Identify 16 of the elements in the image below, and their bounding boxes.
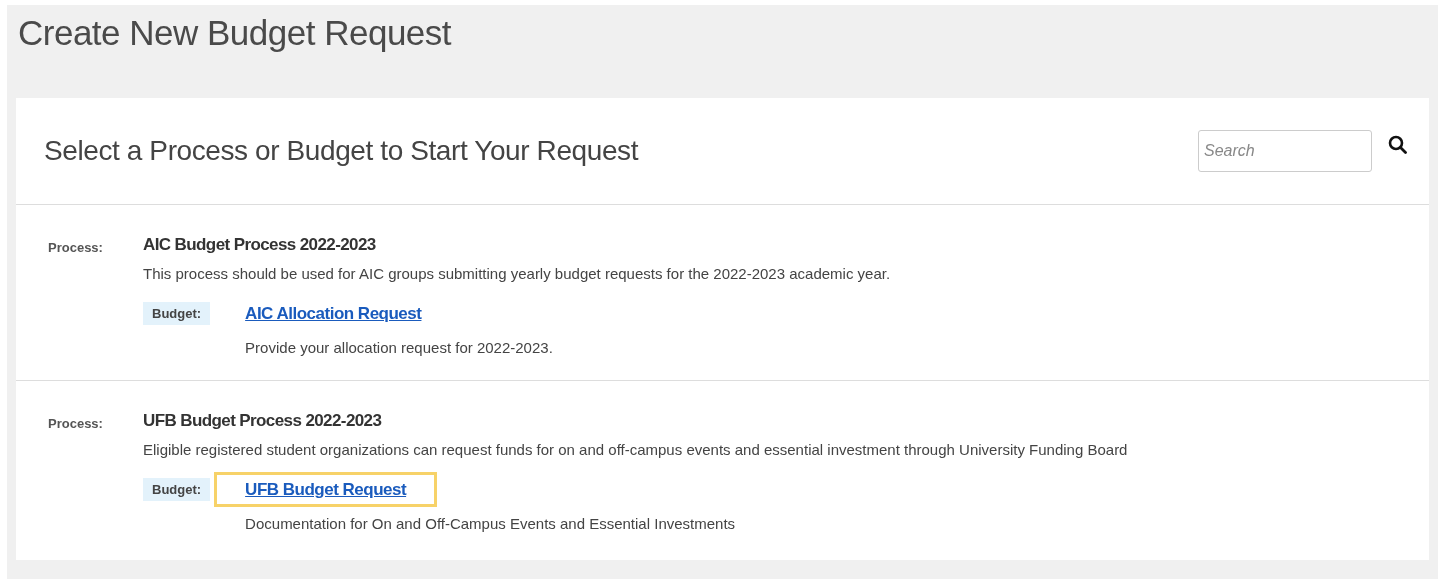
process-label: Process: bbox=[48, 415, 104, 433]
budget-link[interactable]: AIC Allocation Request bbox=[245, 304, 422, 323]
budget-description: Provide your allocation request for 2022-2023. bbox=[244, 339, 554, 356]
search-field[interactable]: Search bbox=[1198, 130, 1372, 172]
budget-description: Documentation for On and Off-Campus Events and Essential Investments bbox=[244, 515, 737, 532]
card-heading: Select a Process or Budget to Start Your Request bbox=[44, 135, 640, 167]
process-label: Process: bbox=[48, 239, 104, 257]
process-title: AIC Budget Process 2022-2023 bbox=[143, 235, 377, 255]
process-description: Eligible registered student organizations can request funds for on and off-campus events and essential investment through University Funding Board bbox=[143, 441, 1129, 458]
budget-tag: Budget: bbox=[143, 478, 211, 501]
process-description: This process should be used for AIC groups submitting yearly budget requests for the 2022-2023 academic year. bbox=[143, 265, 892, 282]
budget-tag: Budget: bbox=[143, 302, 211, 325]
budget-link[interactable]: UFB Budget Request bbox=[245, 480, 407, 499]
process-title: UFB Budget Process 2022-2023 bbox=[143, 411, 383, 431]
page-title: Create New Budget Request bbox=[18, 13, 453, 54]
search-icon[interactable] bbox=[1388, 134, 1407, 154]
